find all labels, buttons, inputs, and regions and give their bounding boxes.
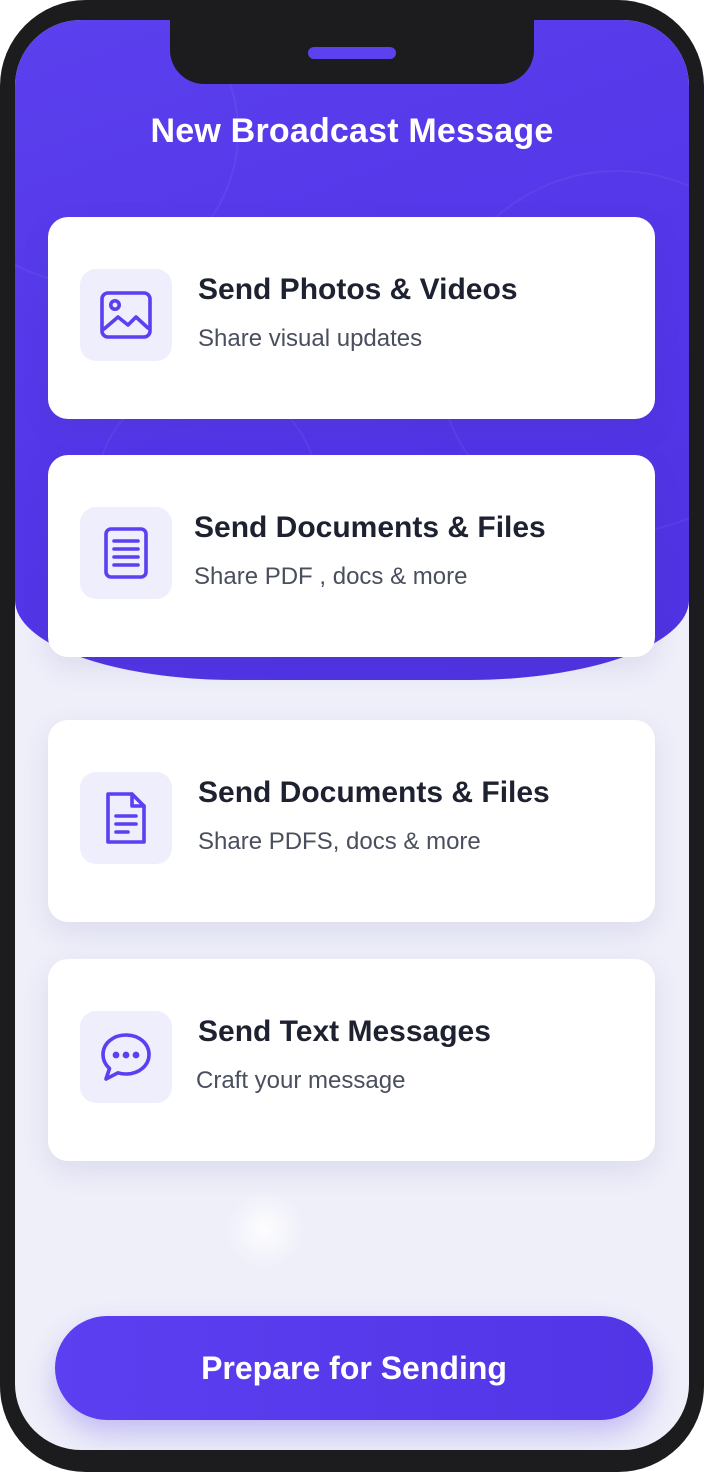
chat-bubble-icon [80,1011,172,1103]
option-subtitle: Craft your message [196,1067,406,1094]
app-screen: New Broadcast Message Send Photos & Vide… [15,20,689,1450]
prepare-for-sending-button[interactable]: Prepare for Sending [55,1316,653,1420]
option-title: Send Photos & Videos [198,273,518,306]
option-card-documents-files[interactable]: Send Documents & Files Share PDF , docs … [48,455,655,657]
option-subtitle: Share PDFS, docs & more [198,828,481,855]
file-icon [80,772,172,864]
option-card-text-messages[interactable]: Send Text Messages Craft your message [48,959,655,1161]
option-subtitle: Share visual updates [198,325,423,352]
option-card-photos-videos[interactable]: Send Photos & Videos Share visual update… [48,217,655,419]
image-icon [80,269,172,361]
device-notch [170,20,534,84]
option-title: Send Text Messages [198,1015,491,1048]
decorative-glow [225,1190,305,1270]
phone-frame: New Broadcast Message Send Photos & Vide… [0,0,704,1472]
option-title: Send Documents & Files [198,776,550,809]
option-card-documents-files-alt[interactable]: Send Documents & Files Share PDFS, docs … [48,720,655,922]
page-title: New Broadcast Message [150,112,554,150]
option-subtitle: Share PDF , docs & more [194,563,468,590]
notch-speaker [308,47,396,59]
option-title: Send Documents & Files [194,511,546,544]
document-icon [80,507,172,599]
